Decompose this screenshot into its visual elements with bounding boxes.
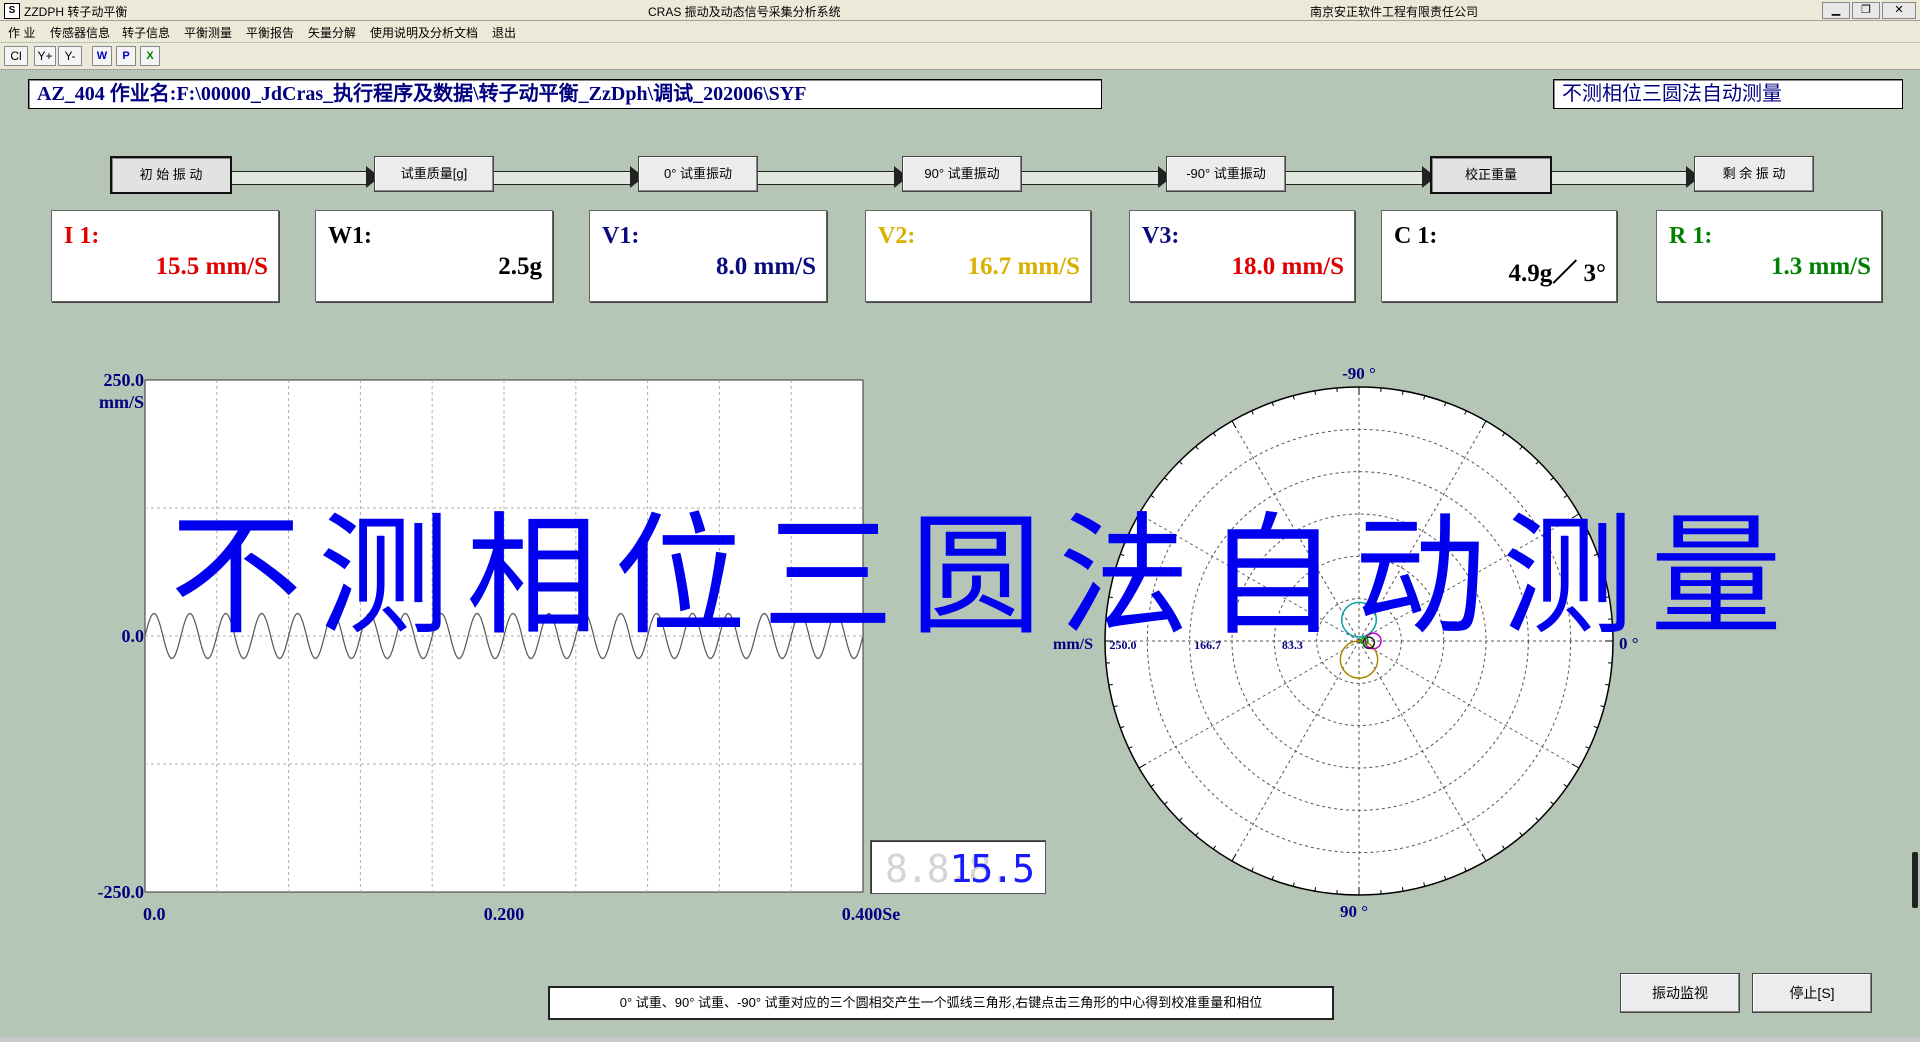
card-v3: V3: 18.0 mm/S	[1129, 210, 1355, 302]
menu-rotor-info[interactable]: 转子信息	[122, 24, 170, 41]
card-label: V3:	[1142, 223, 1180, 249]
card-residual: R 1: 1.3 mm/S	[1656, 210, 1882, 302]
window-center-title: CRAS 振动及动态信号采集分析系统	[648, 5, 841, 19]
overlay-title: 不测相位三圆法自动测量	[170, 504, 1798, 651]
led-value: 15.5	[949, 847, 1035, 891]
card-value: 2.5g	[498, 253, 542, 280]
card-correction: C 1: 4.9g／ 3°	[1381, 210, 1617, 302]
minimize-button[interactable]: ▁	[1822, 2, 1850, 19]
y-zoom-out-button[interactable]: Y-	[58, 46, 82, 66]
menu-sensor-info[interactable]: 传感器信息	[50, 24, 110, 41]
flow-connector	[492, 171, 630, 185]
card-value: 1.3 mm/S	[1771, 253, 1871, 280]
flow-connector	[1284, 171, 1422, 185]
x-tick-label: 0.0	[143, 904, 166, 920]
polar-tick	[1314, 390, 1317, 395]
x-tick-label: 0.400Sec	[842, 904, 900, 920]
polar-tick	[1108, 683, 1113, 686]
polar-tick	[1605, 683, 1610, 686]
led-readout: 8.8.8. 15.5	[870, 840, 1046, 894]
stop-button[interactable]: 停止[S]	[1752, 973, 1872, 1013]
menu-job[interactable]: 作 业	[8, 24, 35, 41]
mode-label: 不测相位三圆法自动测量	[1553, 79, 1903, 109]
card-initial-vibration: I 1: 15.5 mm/S	[51, 210, 279, 302]
excel-export-button[interactable]: X	[140, 46, 160, 66]
card-label: V1:	[602, 223, 640, 249]
card-value: 15.5 mm/S	[155, 253, 269, 280]
step-residual-vibration[interactable]: 剩 余 振 动	[1694, 156, 1814, 192]
toolbar: Cl Y+ Y- W P X	[0, 43, 1920, 70]
y-tick-label: 0.0	[122, 626, 145, 646]
menu-exit[interactable]: 退出	[492, 24, 516, 41]
print-button[interactable]: P	[116, 46, 136, 66]
word-export-button[interactable]: W	[92, 46, 112, 66]
menu-balance-report[interactable]: 平衡报告	[246, 24, 294, 41]
y-tick-label: -250.0	[98, 882, 145, 902]
job-path: AZ_404 作业名:F:\00000_JdCras_执行程序及数据\转子动平衡…	[28, 79, 1102, 109]
angle-label-top: -90 °	[1342, 364, 1376, 383]
flow-connector	[228, 171, 366, 185]
step-initial-vibration[interactable]: 初 始 振 动	[110, 156, 232, 194]
vibration-monitor-button[interactable]: 振动监视	[1620, 973, 1740, 1013]
step-trial-mass[interactable]: 试重质量[g]	[374, 156, 494, 192]
hint-text: 0° 试重、90° 试重、-90° 试重对应的三个圆相交产生一个弧线三角形,右键…	[548, 986, 1334, 1020]
menu-balance-measure[interactable]: 平衡测量	[184, 24, 232, 41]
flow-connector	[756, 171, 894, 185]
card-label: V2:	[878, 223, 916, 249]
card-value: 8.0 mm/S	[716, 253, 816, 280]
step-correction-weight[interactable]: 校正重量	[1430, 156, 1552, 194]
card-label: R 1:	[1669, 223, 1713, 249]
close-button[interactable]: ✕	[1882, 2, 1916, 19]
scrollbar-thumb[interactable]	[1912, 852, 1918, 908]
app-icon: S	[4, 3, 20, 19]
step-minus90-trial-vibration[interactable]: -90° 试重振动	[1166, 156, 1286, 192]
y-zoom-in-button[interactable]: Y+	[34, 46, 56, 66]
step-90-trial-vibration[interactable]: 90° 试重振动	[902, 156, 1022, 192]
polar-tick	[1401, 887, 1404, 892]
app-title: ZZDPH 转子动平衡	[24, 5, 128, 19]
y-unit-label: mm/S	[99, 392, 144, 412]
card-value: 16.7 mm/S	[967, 253, 1081, 280]
card-v2: V2: 16.7 mm/S	[865, 210, 1091, 302]
card-trial-weight: W1: 2.5g	[315, 210, 553, 302]
restore-button[interactable]: ❐	[1852, 2, 1880, 19]
menu-bar: 作 业 传感器信息 转子信息 平衡测量 平衡报告 矢量分解 使用说明及分析文档 …	[0, 21, 1920, 42]
flow-connector	[1548, 171, 1686, 185]
step-0-trial-vibration[interactable]: 0° 试重振动	[638, 156, 758, 192]
polar-tick	[1314, 887, 1317, 892]
card-value: 18.0 mm/S	[1231, 253, 1345, 280]
y-tick-label: 250.0	[104, 370, 145, 390]
polar-tick	[1401, 390, 1404, 395]
status-bar	[0, 1037, 1920, 1042]
title-bar: S ZZDPH 转子动平衡 CRAS 振动及动态信号采集分析系统 南京安正软件工…	[0, 0, 1920, 21]
menu-vector-decompose[interactable]: 矢量分解	[308, 24, 356, 41]
card-label: C 1:	[1394, 223, 1438, 249]
card-label: I 1:	[64, 223, 100, 249]
card-value: 4.9g／ 3°	[1508, 260, 1607, 287]
x-tick-label: 0.200	[484, 904, 525, 920]
card-v1: V1: 8.0 mm/S	[589, 210, 827, 302]
angle-label-bottom: 90 °	[1340, 902, 1368, 921]
company-name: 南京安正软件工程有限责任公司	[1310, 5, 1479, 19]
card-label: W1:	[328, 223, 372, 249]
clear-button[interactable]: Cl	[4, 46, 28, 66]
menu-manual[interactable]: 使用说明及分析文档	[370, 24, 478, 41]
flow-connector	[1020, 171, 1158, 185]
